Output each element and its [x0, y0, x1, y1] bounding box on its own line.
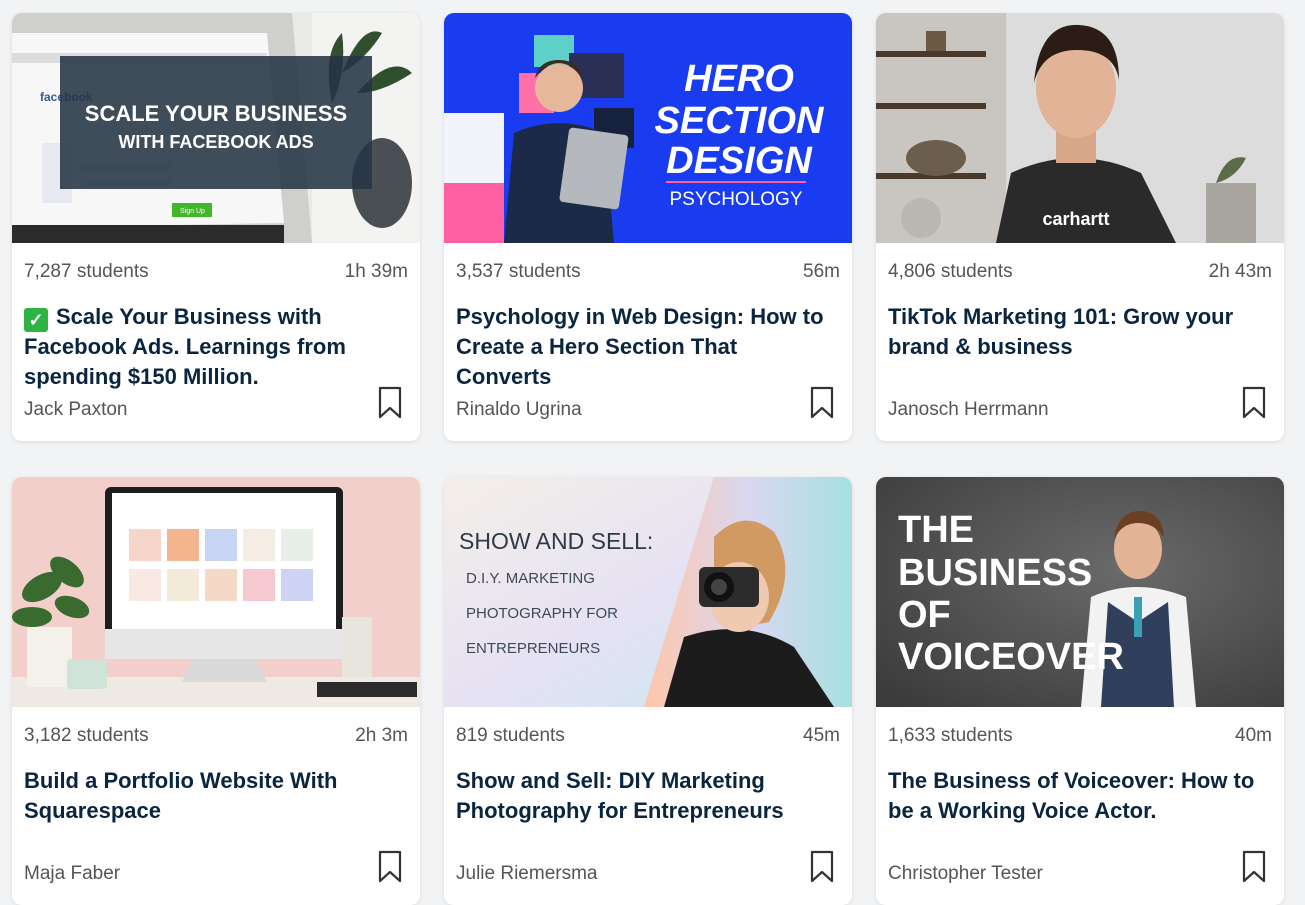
course-author[interactable]: Christopher Tester	[888, 863, 1043, 885]
course-author[interactable]: Janosch Herrmann	[888, 399, 1049, 421]
bookmark-icon[interactable]	[810, 386, 834, 420]
course-duration: 1h 39m	[344, 261, 408, 282]
course-title[interactable]: Show and Sell: DIY Marketing Photography…	[456, 766, 834, 826]
thumb-heading: SHOW AND SELL:	[459, 528, 653, 554]
bookmark-icon[interactable]	[378, 850, 402, 884]
thumb-screen-button: Sign Up	[180, 208, 205, 215]
bookmark-icon[interactable]	[1242, 850, 1266, 884]
course-meta: 3,537 students 56m	[456, 261, 840, 283]
course-author[interactable]: Jack Paxton	[24, 399, 128, 421]
course-card[interactable]: 3,182 students 2h 3m Build a Portfolio W…	[12, 477, 420, 905]
thumb-heading: SCALE YOUR BUSINESS	[85, 101, 347, 126]
course-duration: 45m	[803, 725, 840, 746]
student-count: 3,182 students	[24, 725, 149, 746]
thumb-subheading: PSYCHOLOGY	[669, 189, 802, 210]
course-title[interactable]: Psychology in Web Design: How to Create …	[456, 302, 834, 392]
student-count: 3,537 students	[456, 261, 581, 282]
thumb-heading-line4: VOICEOVER	[898, 636, 1124, 678]
course-card[interactable]: HERO SECTION DESIGN PSYCHOLOGY 3,537 stu…	[444, 13, 852, 441]
course-meta: 3,182 students 2h 3m	[24, 725, 408, 747]
bookmark-icon[interactable]	[1242, 386, 1266, 420]
student-count: 4,806 students	[888, 261, 1013, 282]
course-author[interactable]: Julie Riemersma	[456, 863, 597, 885]
course-meta: 7,287 students 1h 39m	[24, 261, 408, 283]
course-thumbnail[interactable]: SHOW AND SELL: D.I.Y. MARKETING PHOTOGRA…	[444, 477, 852, 707]
thumb-heading-line1: THE	[898, 509, 974, 551]
course-author[interactable]: Rinaldo Ugrina	[456, 399, 582, 421]
course-thumbnail[interactable]: carhartt	[876, 13, 1284, 243]
course-title[interactable]: TikTok Marketing 101: Grow your brand & …	[888, 302, 1266, 362]
course-duration: 40m	[1235, 725, 1272, 746]
course-author[interactable]: Maja Faber	[24, 863, 120, 885]
course-thumbnail[interactable]: THE BUSINESS OF VOICEOVER	[876, 477, 1284, 707]
course-duration: 2h 3m	[355, 725, 408, 746]
thumb-heading-line3: DESIGN	[666, 140, 813, 182]
course-title[interactable]: ✓ Scale Your Business with Facebook Ads. …	[24, 302, 402, 392]
course-thumbnail[interactable]	[12, 477, 420, 707]
bookmark-icon[interactable]	[378, 386, 402, 420]
course-meta: 819 students 45m	[456, 725, 840, 747]
course-card[interactable]: SHOW AND SELL: D.I.Y. MARKETING PHOTOGRA…	[444, 477, 852, 905]
course-meta: 4,806 students 2h 43m	[888, 261, 1272, 283]
student-count: 819 students	[456, 725, 565, 746]
thumb-shirt-text: carhartt	[1042, 209, 1109, 229]
thumb-subheading: WITH FACEBOOK ADS	[118, 132, 313, 152]
course-title[interactable]: The Business of Voiceover: How to be a W…	[888, 766, 1266, 826]
course-thumbnail[interactable]: HERO SECTION DESIGN PSYCHOLOGY	[444, 13, 852, 243]
thumb-heading-line1: HERO	[684, 58, 794, 100]
thumb-heading-line2: SECTION	[655, 100, 825, 142]
thumb-heading-line2: BUSINESS	[898, 552, 1092, 594]
thumb-line1: D.I.Y. MARKETING	[466, 570, 595, 587]
course-duration: 56m	[803, 261, 840, 282]
thumb-line3: ENTREPRENEURS	[466, 640, 600, 657]
course-card[interactable]: THE BUSINESS OF VOICEOVER 1,633 students…	[876, 477, 1284, 905]
check-mark-icon: ✓	[24, 308, 48, 332]
course-title[interactable]: Build a Portfolio Website With Squarespa…	[24, 766, 402, 826]
course-thumbnail[interactable]: facebook Sign Up SCALE YOUR BUSINESS WIT…	[12, 13, 420, 243]
course-duration: 2h 43m	[1208, 261, 1272, 282]
bookmark-icon[interactable]	[810, 850, 834, 884]
student-count: 7,287 students	[24, 261, 149, 282]
student-count: 1,633 students	[888, 725, 1013, 746]
course-card[interactable]: carhartt 4,806 students 2h 43m TikTok Ma…	[876, 13, 1284, 441]
course-title-text[interactable]: Scale Your Business with Facebook Ads. L…	[24, 304, 346, 389]
course-meta: 1,633 students 40m	[888, 725, 1272, 747]
course-card[interactable]: facebook Sign Up SCALE YOUR BUSINESS WIT…	[12, 13, 420, 441]
thumb-heading-line3: OF	[898, 594, 951, 636]
thumb-line2: PHOTOGRAPHY FOR	[466, 605, 618, 622]
